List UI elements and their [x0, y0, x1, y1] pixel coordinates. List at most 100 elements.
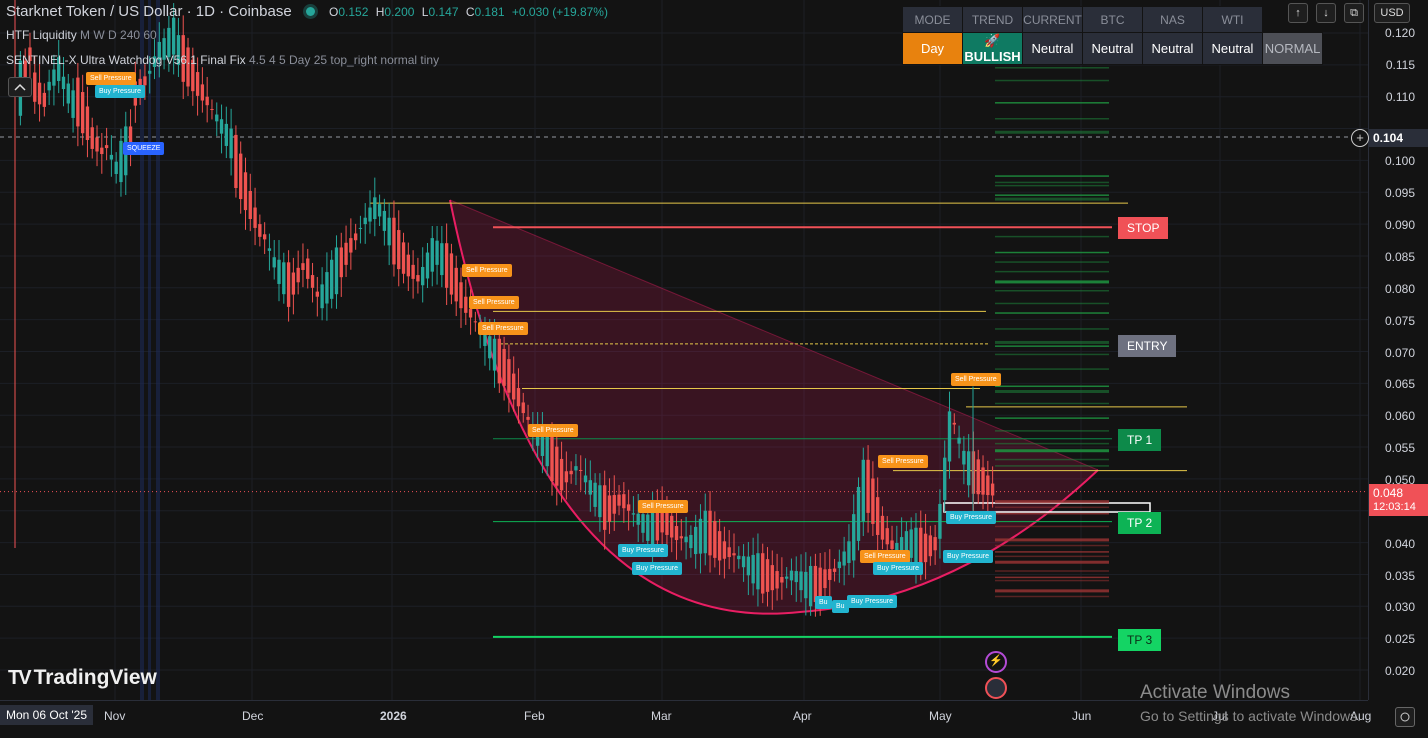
candle-body — [205, 96, 209, 106]
candle-body — [516, 388, 521, 407]
x-tick: Jun — [1072, 709, 1092, 723]
y-tick: 0.120 — [1384, 26, 1415, 40]
symbol-header: Starknet Token / US Dollar · 1D · Coinba… — [6, 3, 612, 20]
high-value: 0.200 — [384, 5, 415, 19]
liquidity-bar — [995, 570, 1109, 572]
chevron-up-icon — [14, 83, 26, 91]
crosshair-price-label: 0.104 — [1369, 129, 1428, 147]
candle-body — [37, 82, 42, 105]
candle-body — [579, 469, 583, 471]
buy-pressure-label: Buy Pressure — [943, 550, 994, 563]
candle-body — [555, 446, 559, 486]
indicator-htf[interactable]: HTF Liquidity M W D 240 60 — [6, 28, 157, 42]
collapse-legend-button[interactable] — [8, 77, 32, 97]
candle-body — [473, 321, 478, 323]
candle-body — [713, 520, 717, 558]
candle-body — [598, 485, 602, 518]
candle-body — [933, 537, 937, 551]
candle-body — [914, 527, 918, 564]
liquidity-bar — [995, 328, 1109, 330]
candle-body — [770, 565, 774, 591]
y-tick: 0.090 — [1384, 218, 1415, 232]
candle-body — [229, 128, 233, 159]
candle-body — [435, 240, 439, 265]
buy-pressure-label: Buy Pressure — [632, 562, 683, 575]
add-alert-icon[interactable]: + — [1351, 129, 1369, 147]
candle-body — [248, 190, 252, 220]
liquidity-bar — [995, 385, 1109, 388]
sell-pressure-label: Sell Pressure — [462, 264, 512, 277]
current-price-label: 0.048 12:03:14 — [1369, 484, 1428, 516]
trend-cell: 🚀 BULLISH — [962, 32, 1023, 65]
candle-body — [363, 217, 367, 225]
liquidity-bar — [995, 402, 1109, 405]
candle-body — [631, 513, 636, 515]
indicator-sentinel[interactable]: SENTINEL-X Ultra Watchdog V56.1 Final Fi… — [6, 53, 439, 67]
liquidity-bar — [995, 465, 1109, 467]
candle-body — [52, 69, 56, 86]
symbol-title[interactable]: Starknet Token / US Dollar · 1D · Coinba… — [6, 3, 292, 20]
candle-body — [880, 515, 885, 540]
candle-body — [243, 172, 248, 211]
candle-body — [71, 90, 75, 118]
candle-body — [607, 495, 612, 522]
candle-body — [148, 70, 152, 74]
candle-body — [847, 541, 851, 563]
wti-cell: Neutral — [1202, 32, 1263, 65]
y-tick: 0.020 — [1384, 664, 1415, 678]
sell-pressure-label: Sell Pressure — [878, 455, 928, 468]
liquidity-bar — [995, 102, 1109, 104]
candle-body — [454, 267, 458, 302]
scroll-up-button[interactable]: ↑ — [1288, 3, 1308, 23]
candle-body — [818, 567, 822, 597]
windows-activation-watermark: Activate Windows Go to Settings to activ… — [1140, 682, 1361, 724]
liquidity-bar — [995, 576, 1109, 579]
candle-body — [353, 233, 358, 241]
y-tick: 0.035 — [1384, 569, 1415, 583]
liquidity-bar — [995, 525, 1109, 528]
liquidity-bar — [995, 235, 1109, 238]
tradingview-logo[interactable]: TV TradingView — [8, 666, 157, 690]
auto-scale-button[interactable] — [1395, 707, 1415, 727]
x-tick: Apr — [793, 709, 812, 723]
candle-body — [732, 553, 736, 556]
table-header: TREND — [962, 6, 1023, 33]
candle-body — [789, 570, 794, 581]
mode-cell: Day — [902, 32, 963, 65]
candle-body — [957, 437, 961, 444]
candle-body — [171, 17, 176, 55]
y-tick: 0.070 — [1384, 346, 1415, 360]
x-tick: Feb — [524, 709, 545, 723]
price-axis[interactable]: 0.120 0.115 0.110 0.100 0.095 0.090 0.08… — [1368, 0, 1428, 700]
candle-body — [411, 264, 415, 279]
candle-body — [583, 475, 588, 483]
candle-body — [66, 83, 70, 104]
current-price-value: 0.048 — [1373, 486, 1404, 500]
liquidity-bar — [995, 506, 1109, 509]
scroll-down-button[interactable]: ↓ — [1316, 3, 1336, 23]
y-tick: 0.110 — [1385, 90, 1415, 104]
y-tick: 0.095 — [1384, 186, 1415, 200]
candle-body — [550, 434, 554, 482]
y-tick: 0.030 — [1384, 600, 1415, 614]
candle-body — [670, 515, 674, 538]
candle-body — [430, 238, 434, 272]
candle-body — [421, 266, 425, 286]
candle-body — [306, 258, 310, 279]
buy-pressure-label: Buy Pressure — [847, 595, 898, 608]
sell-pressure-label: Sell Pressure — [951, 373, 1001, 386]
y-tick: 0.115 — [1385, 58, 1415, 72]
candle-body — [737, 555, 741, 560]
candle-body — [952, 422, 956, 425]
us-flag-event-icon[interactable] — [985, 677, 1007, 699]
candle-body — [425, 252, 430, 279]
liquidity-bar — [995, 430, 1109, 432]
candle-body — [90, 127, 94, 149]
candle-body — [761, 553, 765, 594]
candle-body — [339, 247, 343, 278]
screenshot-button[interactable]: ⧉ — [1344, 3, 1364, 23]
candle-body — [502, 348, 506, 386]
candle-body — [440, 243, 444, 276]
lightning-event-icon[interactable]: ⚡ — [985, 651, 1007, 673]
candle-body — [871, 478, 875, 524]
